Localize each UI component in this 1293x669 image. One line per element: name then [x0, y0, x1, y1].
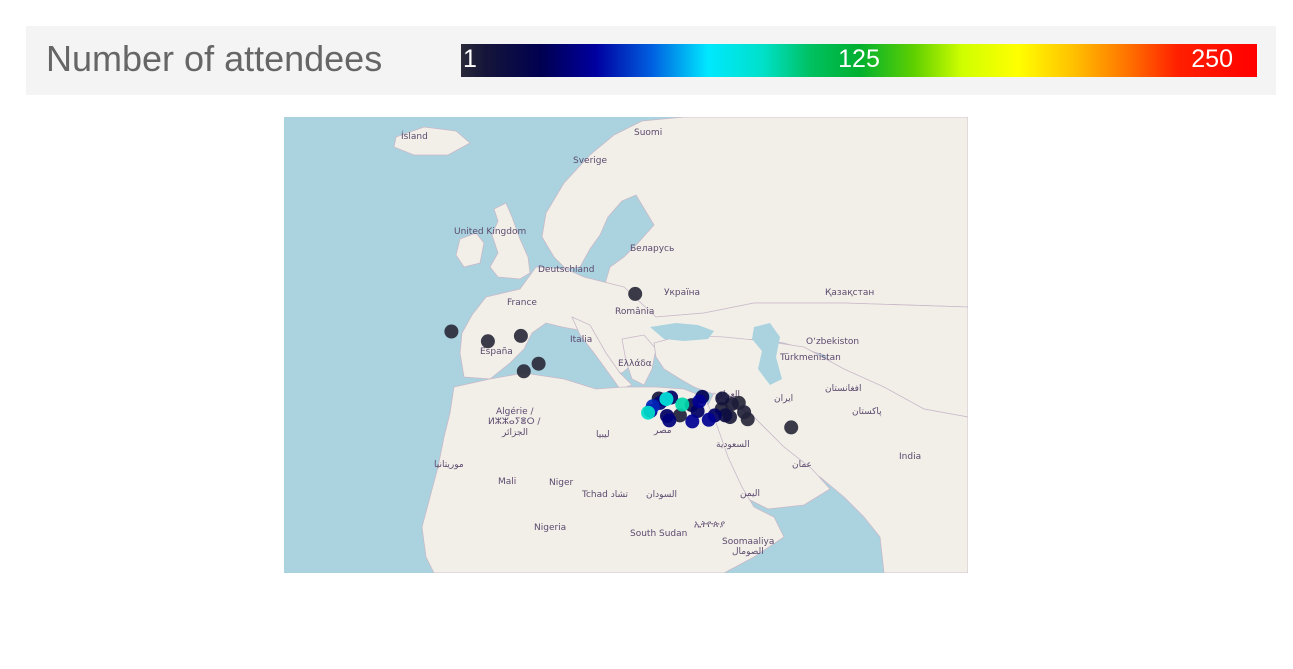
map-canvas[interactable]: Ísland Suomi Sverige United Kingdom Бела…: [284, 117, 968, 573]
colorbar: 1 125 250: [461, 44, 1257, 77]
britain-land: [489, 202, 531, 280]
map-label-suomi: Suomi: [634, 128, 662, 138]
map-label-tchad: Tchad تشاد: [581, 490, 628, 500]
map-label-turkmenistan: Türkmenistan: [779, 353, 841, 363]
map-label-oman: عمان: [792, 460, 812, 470]
attendee-marker[interactable]: [659, 392, 674, 407]
attendee-marker[interactable]: [628, 286, 643, 301]
map-label-yemen: اليمن: [740, 489, 760, 499]
colorbar-min-label: 1: [463, 45, 477, 73]
map-label-sudan: السودان: [646, 490, 677, 500]
map-label-romania: România: [615, 307, 654, 317]
map-label-ethiopia: ኢትዮጵያ: [694, 520, 726, 530]
map-label-saudi: السعودية: [716, 440, 750, 450]
map-label-algerie-2: ⵍⵣⵣⴰⵢⴻⵔ /: [488, 417, 541, 427]
map-label-nigeria: Nigeria: [534, 523, 566, 533]
map-label-mali: Mali: [498, 477, 516, 487]
map-label-uk: United Kingdom: [454, 227, 526, 237]
map-label-south-sudan: South Sudan: [630, 529, 687, 539]
attendee-marker[interactable]: [737, 405, 752, 420]
legend-title: Number of attendees: [46, 38, 383, 79]
map-label-libya: ليبيا: [596, 430, 610, 440]
map-label-belarus: Беларусь: [630, 244, 674, 254]
map-label-kazakhstan: Қазақстан: [825, 288, 874, 298]
map-label-deutschland: Deutschland: [538, 265, 594, 275]
ireland-land: [455, 232, 485, 268]
attendee-marker[interactable]: [531, 356, 546, 371]
map-label-pakistan: پاکستان: [852, 407, 882, 417]
map-label-france: France: [507, 298, 537, 308]
map-label-italia: Italia: [570, 335, 592, 345]
map-label-espana: España: [480, 347, 513, 357]
colorscale-legend: Number of attendees 1 125 250: [26, 26, 1276, 95]
map-label-niger: Niger: [549, 478, 573, 488]
map-label-misr: مصر: [653, 426, 672, 436]
attendee-marker[interactable]: [641, 405, 656, 420]
attendee-marker[interactable]: [675, 397, 690, 412]
map-label-algerie-1: Algérie /: [496, 406, 535, 417]
map-label-ukraina: Україна: [664, 288, 700, 298]
map-label-sverige: Sverige: [573, 156, 607, 166]
map-label-mauritania: موريتانيا: [434, 460, 464, 470]
map-label-ozbekiston: O‘zbekiston: [806, 337, 859, 347]
map-label-afghanistan: افغانستان: [825, 384, 862, 394]
attendee-marker[interactable]: [685, 414, 700, 429]
attendee-marker[interactable]: [701, 412, 716, 427]
map-label-iran: ایران: [774, 394, 793, 404]
attendee-map[interactable]: Ísland Suomi Sverige United Kingdom Бела…: [284, 117, 968, 573]
attendee-marker[interactable]: [516, 364, 531, 379]
attendee-marker[interactable]: [784, 420, 799, 435]
map-label-somalia-2: الصومال: [732, 547, 764, 557]
attendee-marker[interactable]: [662, 413, 677, 428]
map-label-ellada: Ελλάδα: [618, 359, 652, 369]
map-label-algerie-3: الجزائر: [501, 428, 528, 438]
attendee-marker[interactable]: [480, 334, 495, 349]
map-label-somalia-1: Soomaaliya: [722, 537, 774, 547]
attendee-marker[interactable]: [715, 391, 730, 406]
attendee-marker[interactable]: [444, 324, 459, 339]
attendee-marker[interactable]: [692, 394, 707, 409]
map-label-india: India: [899, 452, 921, 462]
land-layer: [393, 117, 968, 573]
map-label-island: Ísland: [401, 130, 428, 142]
colorbar-max-label: 250: [1191, 45, 1233, 73]
attendee-marker[interactable]: [513, 328, 528, 343]
colorbar-mid-label: 125: [838, 45, 880, 73]
